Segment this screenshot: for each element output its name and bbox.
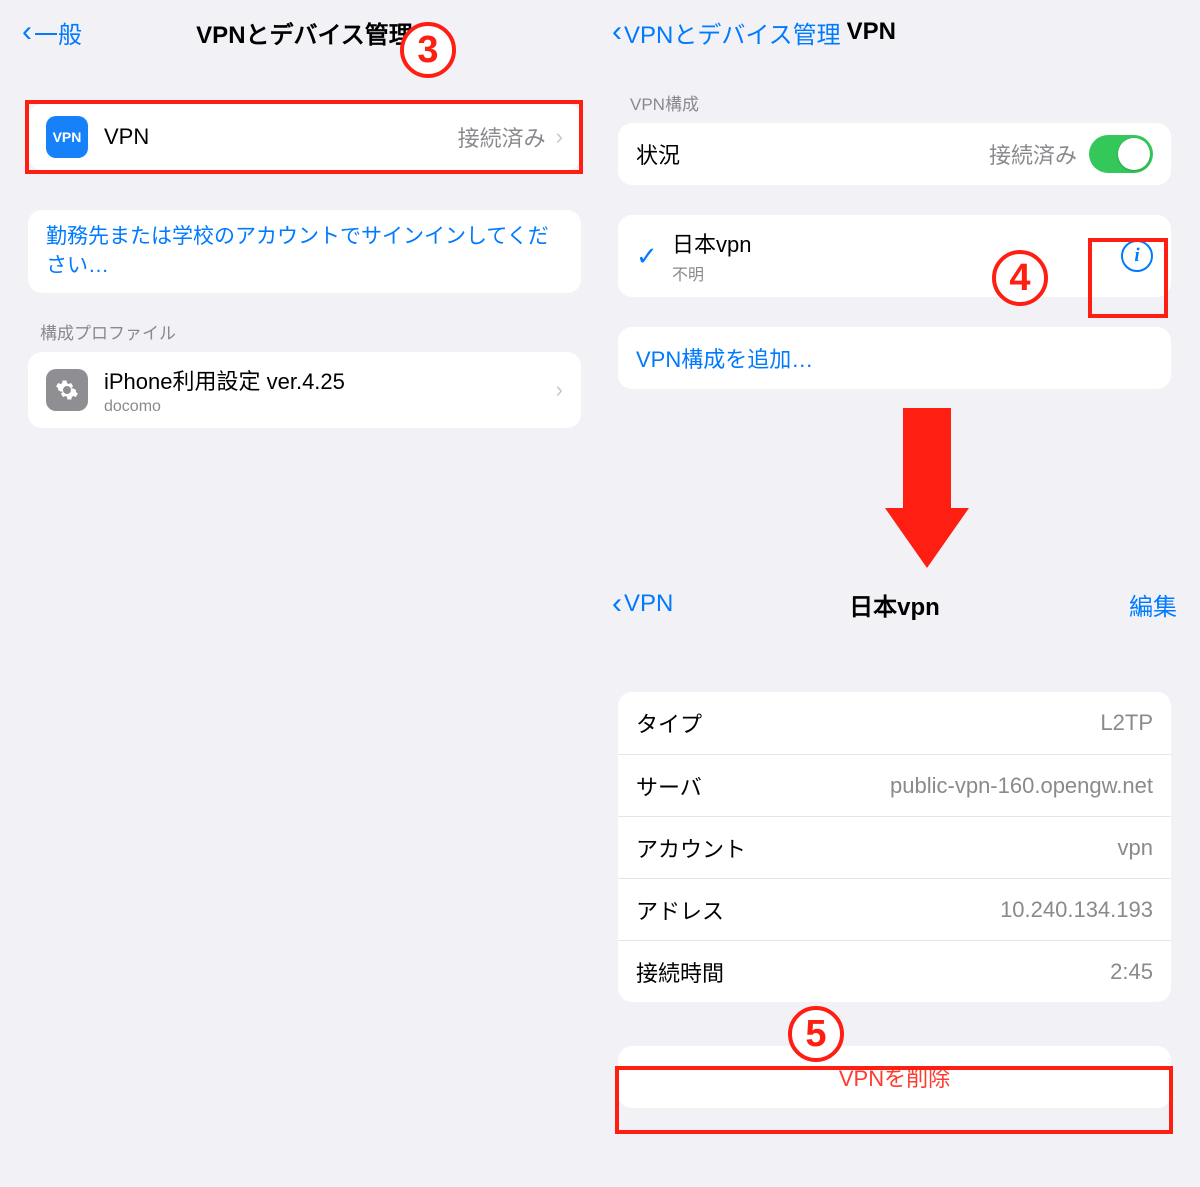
row-value: 2:45	[1110, 959, 1153, 985]
profiles-header: 構成プロファイル	[40, 319, 597, 344]
detail-row-server: サーバ public-vpn-160.opengw.net	[618, 754, 1171, 816]
vpn-row-status: 接続済み	[458, 121, 546, 153]
info-icon[interactable]: i	[1121, 240, 1153, 272]
row-value: 10.240.134.193	[1000, 897, 1153, 923]
row-value: public-vpn-160.opengw.net	[890, 773, 1153, 799]
add-vpn-group: VPN構成を追加…	[618, 327, 1171, 389]
page-title: VPNとデバイス管理	[12, 15, 597, 50]
pane-device-management: ‹ 一般 VPNとデバイス管理 VPN VPN 接続済み › 勤務先または学校の…	[12, 0, 597, 520]
page-title: VPN	[847, 18, 896, 46]
vpn-detail-group: タイプ L2TP サーバ public-vpn-160.opengw.net ア…	[618, 692, 1171, 1002]
chevron-right-icon: ›	[556, 377, 563, 403]
status-toggle[interactable]	[1089, 135, 1153, 173]
status-group: 状況 接続済み	[618, 123, 1171, 185]
vpn-item-detail: 不明	[672, 261, 751, 285]
profile-row[interactable]: iPhone利用設定 ver.4.25 docomo ›	[28, 352, 581, 428]
gear-icon	[46, 369, 88, 411]
row-label: タイプ	[636, 707, 702, 739]
signin-row[interactable]: 勤務先または学校のアカウントでサインインしてください…	[28, 210, 581, 293]
back-label: 一般	[34, 15, 82, 50]
vpn-row-label: VPN	[104, 124, 149, 150]
signin-text: 勤務先または学校のアカウントでサインインしてください…	[46, 222, 563, 281]
chevron-left-icon: ‹	[22, 17, 32, 47]
back-button[interactable]: ‹ VPNとデバイス管理	[612, 15, 841, 50]
row-label: アドレス	[636, 894, 724, 926]
row-label: サーバ	[636, 770, 702, 802]
checkmark-icon: ✓	[636, 241, 672, 272]
annotation-4: 4	[992, 250, 1048, 306]
detail-row-address: アドレス 10.240.134.193	[618, 878, 1171, 940]
delete-label: VPNを削除	[839, 1061, 950, 1093]
detail-row-account: アカウント vpn	[618, 816, 1171, 878]
add-vpn-label: VPN構成を追加…	[636, 342, 813, 374]
vpn-list-group: ✓ 日本vpn 不明 i	[618, 215, 1171, 297]
status-value: 接続済み	[989, 138, 1077, 170]
vpn-item-name: 日本vpn	[672, 227, 751, 259]
chevron-left-icon: ‹	[612, 589, 622, 619]
row-label: 接続時間	[636, 956, 724, 988]
delete-group: VPNを削除	[618, 1046, 1171, 1108]
vpn-config-header: VPN構成	[630, 90, 1187, 115]
page-title: 日本vpn	[602, 587, 1187, 622]
profile-subtitle: docomo	[104, 398, 345, 416]
profiles-group: iPhone利用設定 ver.4.25 docomo ›	[28, 352, 581, 428]
detail-row-duration: 接続時間 2:45	[618, 940, 1171, 1002]
arrow-down-icon	[885, 408, 969, 578]
detail-row-type: タイプ L2TP	[618, 692, 1171, 754]
annotation-3: 3	[400, 22, 456, 78]
delete-vpn-button[interactable]: VPNを削除	[618, 1046, 1171, 1108]
row-label: アカウント	[636, 832, 746, 864]
profile-title: iPhone利用設定 ver.4.25	[104, 364, 345, 396]
edit-button[interactable]: 編集	[1129, 587, 1177, 622]
navbar: ‹ VPN 日本vpn 編集	[602, 572, 1187, 636]
status-row: 状況 接続済み	[618, 123, 1171, 185]
annotation-5: 5	[788, 1006, 844, 1062]
back-label: VPNとデバイス管理	[624, 15, 841, 50]
vpn-group: VPN VPN 接続済み ›	[28, 104, 581, 170]
signin-group: 勤務先または学校のアカウントでサインインしてください…	[28, 210, 581, 293]
pane-vpn-detail: ‹ VPN 日本vpn 編集 タイプ L2TP サーバ public-vpn-1…	[602, 572, 1187, 1172]
chevron-left-icon: ‹	[612, 17, 622, 47]
back-button[interactable]: ‹ 一般	[22, 15, 82, 50]
navbar: ‹ 一般 VPNとデバイス管理	[12, 0, 597, 64]
chevron-right-icon: ›	[556, 124, 563, 150]
vpn-row[interactable]: VPN VPN 接続済み ›	[28, 104, 581, 170]
navbar: ‹ VPNとデバイス管理 VPN	[602, 0, 1187, 64]
vpn-item-row[interactable]: ✓ 日本vpn 不明 i	[618, 215, 1171, 297]
row-value: L2TP	[1100, 710, 1153, 736]
back-button[interactable]: ‹ VPN	[612, 589, 673, 619]
row-value: vpn	[1118, 835, 1153, 861]
status-label: 状況	[636, 138, 680, 170]
back-label: VPN	[624, 590, 673, 618]
vpn-icon: VPN	[46, 116, 88, 158]
add-vpn-row[interactable]: VPN構成を追加…	[618, 327, 1171, 389]
